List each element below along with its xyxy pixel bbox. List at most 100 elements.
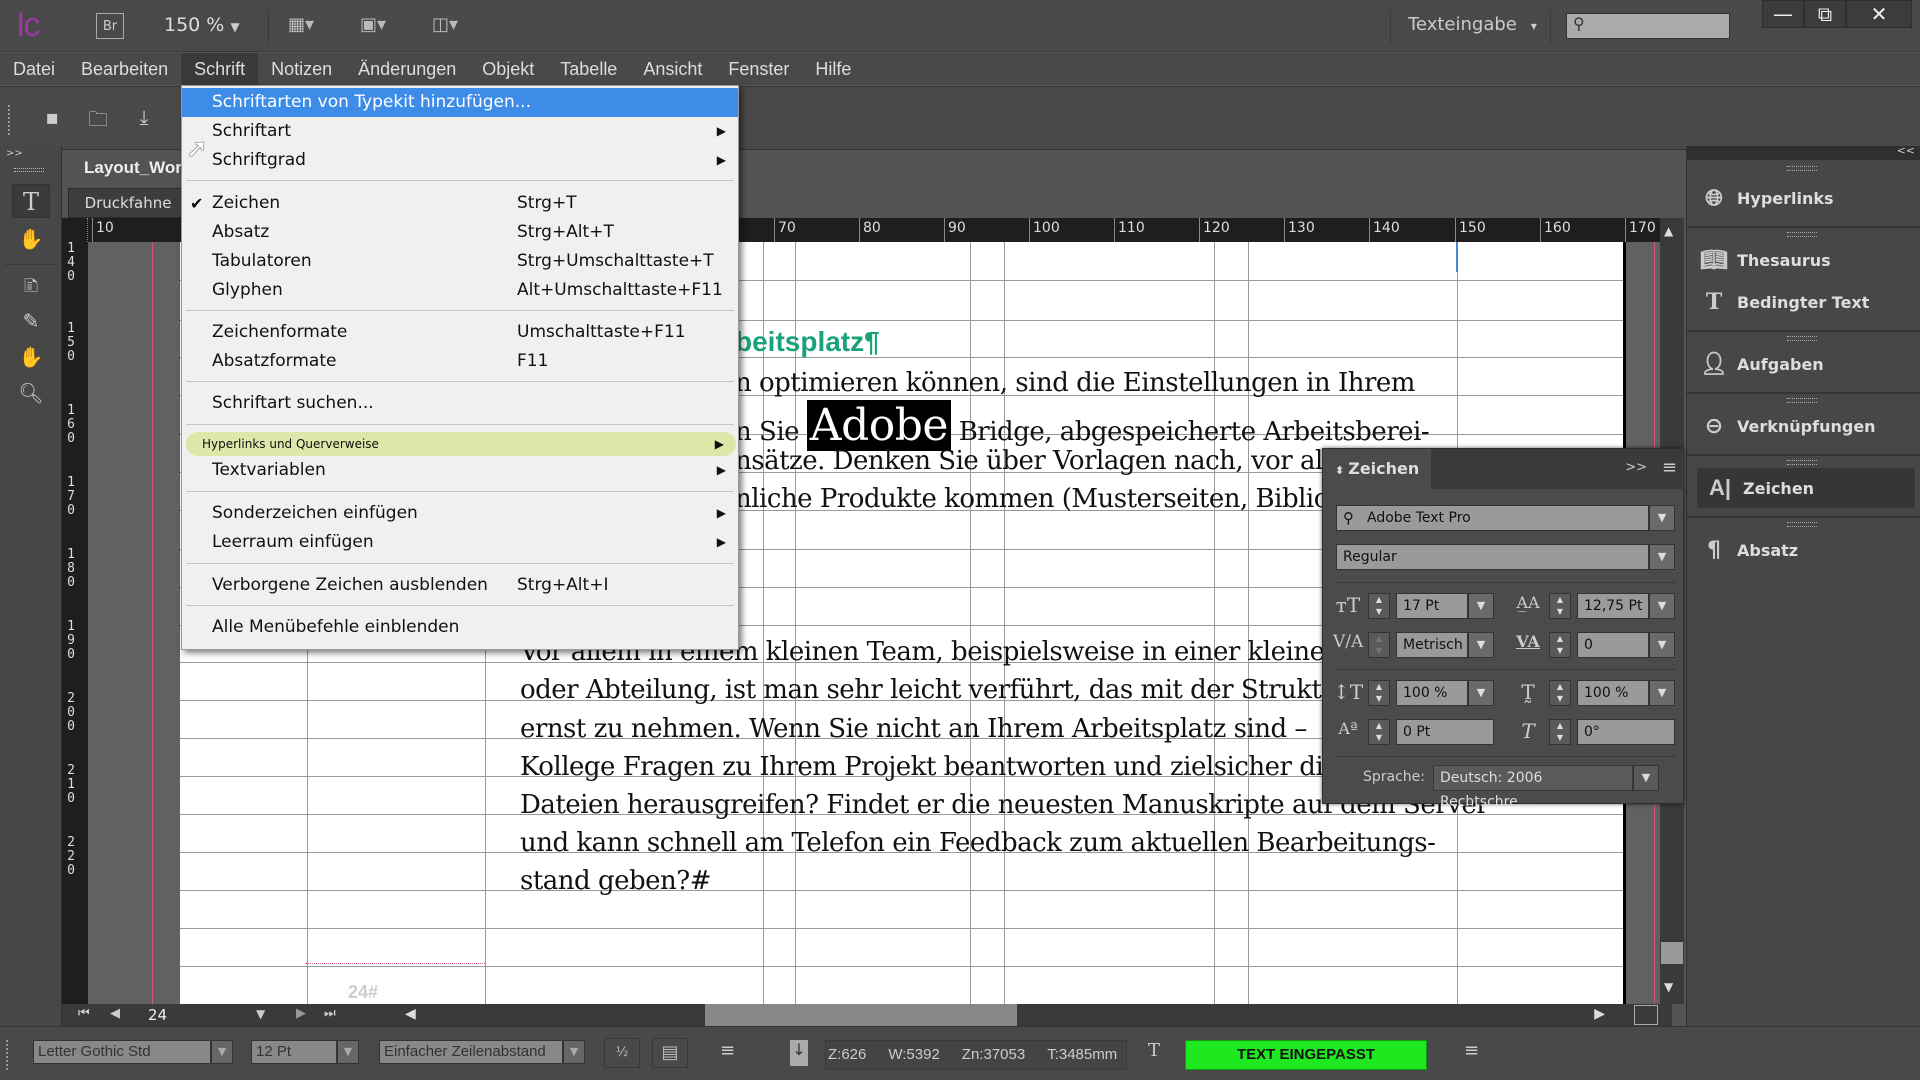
galley-spacing-dropdown[interactable]: ▼ <box>563 1040 585 1064</box>
menu-item-alle-menuebefehle[interactable]: Alle Menübefehle einblenden <box>182 613 738 642</box>
restore-button[interactable]: ⧉ <box>1804 0 1846 28</box>
view-mode-tab[interactable]: Druckfahne <box>68 188 188 218</box>
menu-item-zeichen[interactable]: ✔ Zeichen Strg+T <box>182 189 738 218</box>
menu-aenderungen[interactable]: Änderungen <box>345 53 469 85</box>
dock-item-bedingter-text[interactable]: T Bedingter Text <box>1691 282 1917 322</box>
menu-notizen[interactable]: Notizen <box>258 53 345 85</box>
vertical-scale-stepper[interactable]: ▲ ▼ <box>1368 680 1390 706</box>
menu-icon[interactable]: ≡ <box>720 1040 735 1061</box>
font-family-field[interactable]: ⚲ Adobe Text Pro <box>1336 505 1649 531</box>
minimize-button[interactable]: — <box>1762 0 1804 28</box>
menu-item-typekit[interactable]: Schriftarten von Typekit hinzufügen... <box>182 88 738 117</box>
galley-font-dropdown[interactable]: ▼ <box>211 1040 233 1064</box>
body-line[interactable]: und kann schnell am Telefon ein Feedback… <box>520 828 1436 858</box>
tracking-dropdown[interactable]: ▼ <box>1649 632 1675 658</box>
body-line[interactable]: nliche Produkte kommen (Musterseiten, Bi… <box>735 484 1339 514</box>
search-input[interactable]: ⚲ <box>1566 13 1730 39</box>
horizontal-scale-dropdown[interactable]: ▼ <box>1649 680 1675 706</box>
horizontal-scale-stepper[interactable]: ▲ ▼ <box>1549 680 1571 706</box>
menu-item-leerraum[interactable]: Leerraum einfügen ▶ <box>182 528 738 557</box>
page-dropdown-icon[interactable]: ▼ <box>256 1007 265 1021</box>
galley-spacing-field[interactable]: Einfacher Zeilenabstand <box>379 1040 563 1064</box>
dock-item-hyperlinks[interactable]: 🌐︎ Hyperlinks <box>1691 178 1917 218</box>
grip-handle[interactable] <box>1787 232 1817 237</box>
grip-handle[interactable] <box>6 1040 10 1070</box>
scroll-right-icon[interactable]: ▶ <box>1594 1006 1605 1022</box>
open-folder-icon[interactable]: 🗀 <box>84 105 112 131</box>
font-style-dropdown[interactable]: ▼ <box>1649 544 1675 570</box>
language-field[interactable]: Deutsch: 2006 Rechtschre... <box>1433 765 1633 810</box>
font-family-dropdown[interactable]: ▼ <box>1649 505 1675 531</box>
dock-item-absatz[interactable]: ¶ Absatz <box>1691 530 1917 570</box>
dock-item-aufgaben[interactable]: 👤︎ Aufgaben <box>1691 344 1917 384</box>
previous-page-icon[interactable]: ◀ <box>110 1006 120 1021</box>
grip-handle[interactable] <box>1787 460 1817 465</box>
menu-schrift[interactable]: Schrift <box>181 53 259 85</box>
expand-icon[interactable]: >> <box>6 148 23 159</box>
tracking-stepper[interactable]: ▲ ▼ <box>1549 632 1571 658</box>
grip-handle[interactable] <box>1787 398 1817 403</box>
leading-stepper[interactable]: ▲ ▼ <box>1549 593 1571 619</box>
scroll-up-icon[interactable]: ▲ <box>1664 224 1673 238</box>
font-size-stepper[interactable]: ▲ ▼ <box>1368 593 1390 619</box>
last-page-icon[interactable]: ⏭ <box>324 1006 336 1021</box>
menu-item-sonderzeichen[interactable]: Sonderzeichen einfügen ▶ <box>182 499 738 528</box>
menu-bearbeiten[interactable]: Bearbeiten <box>68 53 181 85</box>
collapse-panel-icon[interactable]: >> <box>1625 460 1647 475</box>
galley-size-dropdown[interactable]: ▼ <box>337 1040 359 1064</box>
tracking-field[interactable]: 0 <box>1577 632 1649 658</box>
grip-handle[interactable] <box>14 168 44 172</box>
body-line[interactable]: nsätze. Denken Sie über Vorlagen nach, v… <box>735 446 1346 476</box>
body-line[interactable]: Kollege Fragen zu Ihrem Projekt beantwor… <box>520 752 1324 782</box>
selected-text[interactable]: Adobe <box>806 400 951 451</box>
zoom-select[interactable]: 150 % ▼ <box>164 14 240 36</box>
type-tool-icon[interactable]: T <box>12 184 50 218</box>
menu-item-schriftart-suchen[interactable]: Schriftart suchen... <box>182 389 738 418</box>
panel-menu-icon[interactable]: ≡ <box>1662 457 1677 478</box>
baseline-shift-stepper[interactable]: ▲ ▼ <box>1368 719 1390 745</box>
body-line[interactable]: stand geben?# <box>520 866 711 896</box>
menu-item-hyperlinks[interactable]: Hyperlinks und Querverweise ▶ <box>186 432 736 456</box>
scroll-down-icon[interactable]: ▼ <box>1664 980 1673 994</box>
baseline-shift-field[interactable]: 0 Pt <box>1396 719 1494 745</box>
menu-item-textvariablen[interactable]: Textvariablen ▶ <box>182 456 738 485</box>
grip-handle[interactable] <box>1787 336 1817 341</box>
workspace-select[interactable]: Texteingabe ▾ <box>1408 14 1537 35</box>
galley-font-field[interactable]: Letter Gothic Std <box>33 1040 211 1064</box>
skew-field[interactable]: 0° <box>1577 719 1675 745</box>
menu-fenster[interactable]: Fenster <box>715 53 802 85</box>
horizontal-scale-field[interactable]: 100 % <box>1577 680 1649 706</box>
language-dropdown[interactable]: ▼ <box>1633 765 1659 791</box>
page-number-field[interactable]: 24 <box>148 1006 167 1024</box>
menu-datei[interactable]: Datei <box>0 53 68 85</box>
font-size-dropdown[interactable]: ▼ <box>1468 593 1494 619</box>
body-line[interactable]: ernst zu nehmen. Wenn Sie nicht an Ihrem… <box>520 714 1307 744</box>
scroll-thumb[interactable] <box>1661 942 1683 964</box>
grip-handle[interactable] <box>1787 166 1817 171</box>
document-tab[interactable]: Layout_Wor <box>68 150 188 188</box>
grip-handle[interactable] <box>8 105 12 135</box>
save-icon[interactable]: ⤓ <box>130 105 158 131</box>
note-tool-icon[interactable]: 🗈 <box>12 268 50 302</box>
menu-item-verborgene-zeichen[interactable]: Verborgene Zeichen ausblenden Strg+Alt+I <box>182 571 738 600</box>
menu-item-glyphen[interactable]: Glyphen Alt+Umschalttaste+F11 <box>182 276 738 305</box>
menu-item-schriftart[interactable]: Schriftart ▶ <box>182 117 738 146</box>
body-line[interactable]: n optimieren können, sind die Einstellun… <box>735 368 1415 398</box>
menu-item-zeichenformate[interactable]: Zeichenformate Umschalttaste+F11 <box>182 318 738 347</box>
menu-hilfe[interactable]: Hilfe <box>802 53 864 85</box>
arrange-documents-icon[interactable]: ◫▾ <box>432 14 458 35</box>
menu-item-absatz[interactable]: Absatz Strg+Alt+T <box>182 218 738 247</box>
eyedropper-tool-icon[interactable]: ✎ <box>12 304 50 338</box>
dock-item-verknuepfungen[interactable]: ⊖ Verknüpfungen <box>1691 406 1917 446</box>
status-menu-icon[interactable]: ≡ <box>1464 1040 1479 1061</box>
bridge-button[interactable]: Br <box>96 13 124 39</box>
first-page-icon[interactable]: ⏮ <box>78 1006 90 1021</box>
menu-objekt[interactable]: Objekt <box>469 53 547 85</box>
menu-ansicht[interactable]: Ansicht <box>630 53 715 85</box>
menu-item-tabulatoren[interactable]: Tabulatoren Strg+Umschalttaste+T <box>182 247 738 276</box>
close-button[interactable]: ✕ <box>1846 0 1912 28</box>
menu-item-absatzformate[interactable]: Absatzformate F11 <box>182 347 738 376</box>
collapse-dock-icon[interactable]: << <box>1897 144 1915 157</box>
grip-handle[interactable] <box>1787 522 1817 527</box>
view-options-icon[interactable]: ▦▾ <box>288 14 314 35</box>
